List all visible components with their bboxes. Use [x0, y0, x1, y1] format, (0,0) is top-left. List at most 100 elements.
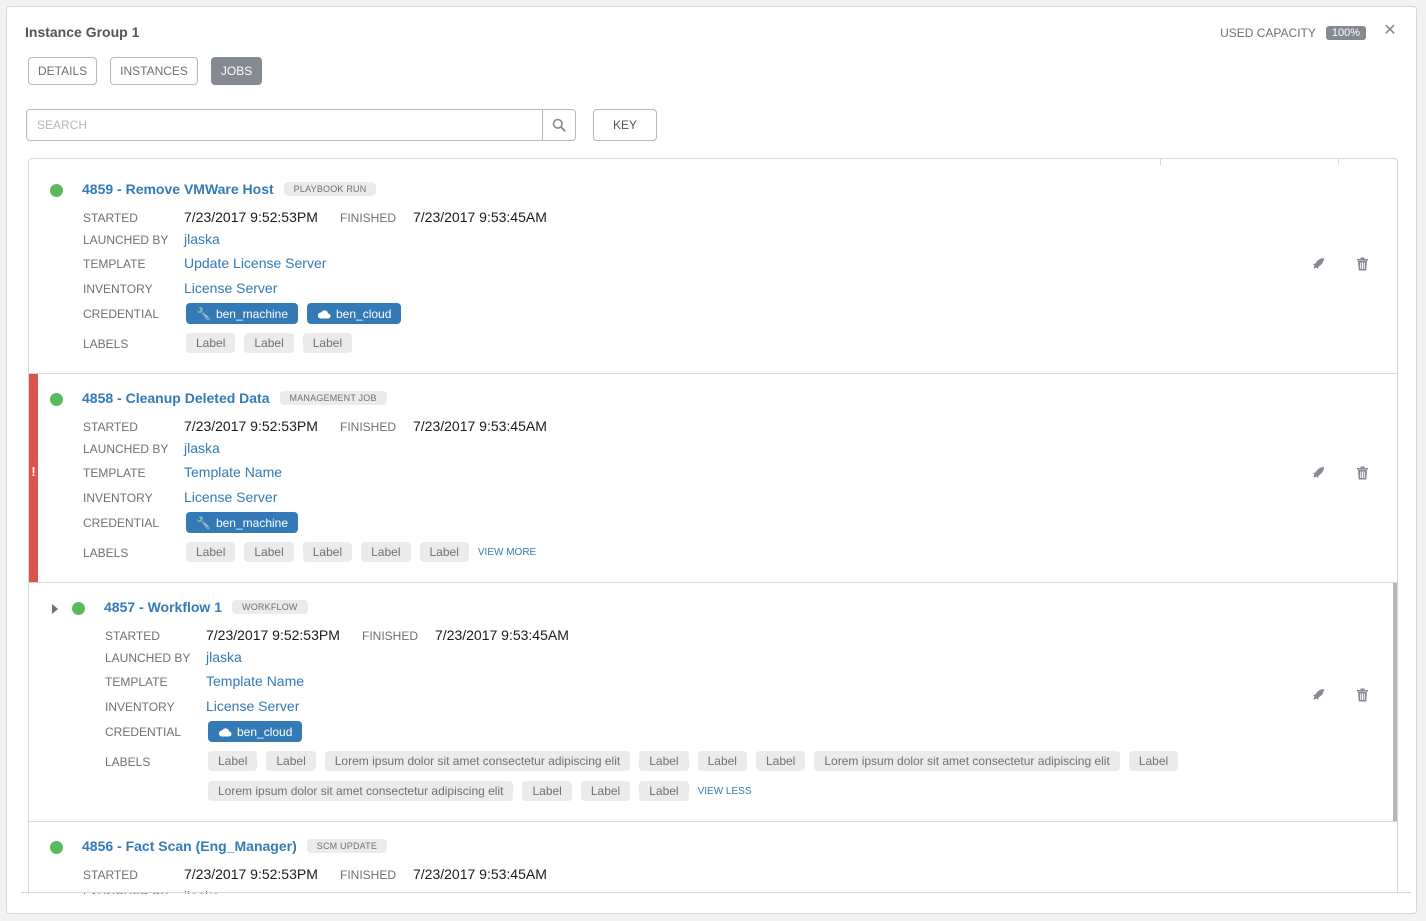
credential-badge[interactable]: 🔧 ben_machine [186, 303, 299, 324]
labels-label: LABELS [83, 337, 129, 351]
credential-label: CREDENTIAL [83, 516, 160, 530]
search-input[interactable] [27, 110, 542, 140]
close-icon[interactable]: ✕ [1382, 23, 1398, 39]
template-label: TEMPLATE [83, 466, 146, 480]
job-name-link[interactable]: 4857 - Workflow 1 [104, 599, 222, 615]
started-label: STARTED [83, 211, 138, 225]
finished-value: 7/23/2017 9:53:45AM [413, 209, 547, 225]
template-label: TEMPLATE [105, 675, 168, 689]
launched-by-label: LAUNCHED BY [83, 233, 169, 247]
tab-bar: DETAILS INSTANCES JOBS [28, 57, 263, 85]
rocket-icon [1313, 258, 1324, 269]
labels-label: LABELS [83, 546, 129, 560]
trash-icon [1356, 466, 1368, 480]
label-chip: Lorem ipsum dolor sit amet consectetur a… [814, 751, 1120, 771]
inventory-link[interactable]: License Server [206, 698, 299, 714]
used-capacity-label: USED CAPACITY [1220, 26, 1316, 40]
status-success-icon [50, 841, 63, 854]
search-icon [552, 118, 566, 132]
launched-by-link[interactable]: jlaska [184, 440, 220, 456]
inventory-link[interactable]: License Server [184, 489, 277, 505]
template-label: TEMPLATE [83, 257, 146, 271]
label-chip: Lorem ipsum dolor sit amet consectetur a… [208, 781, 514, 801]
label-chip: Label [419, 542, 469, 562]
tab-instances[interactable]: INSTANCES [110, 57, 198, 85]
key-icon: 🔧 [196, 515, 211, 530]
search-bar [26, 109, 576, 141]
started-label: STARTED [83, 868, 138, 882]
cloud-icon [218, 727, 232, 736]
credential-label: CREDENTIAL [105, 725, 182, 739]
job-name-link[interactable]: 4856 - Fact Scan (Eng_Manager) [82, 838, 297, 854]
label-chip: Label [639, 751, 689, 771]
credential-name: ben_machine [215, 306, 289, 321]
label-chip: Label [302, 542, 353, 562]
relaunch-button[interactable] [1310, 256, 1326, 272]
job-name-link[interactable]: 4859 - Remove VMWare Host [82, 181, 274, 197]
label-chip: Label [186, 542, 236, 562]
started-value: 7/23/2017 9:52:53PM [184, 866, 318, 882]
labels-list: Label Label Label Label Label VIEW MORE [186, 542, 536, 562]
finished-value: 7/23/2017 9:53:45AM [435, 627, 569, 643]
view-less-link[interactable]: VIEW LESS [698, 786, 752, 797]
modal-title: Instance Group 1 [25, 24, 140, 40]
label-chip: Lorem ipsum dolor sit amet consectetur a… [324, 751, 631, 771]
started-label: STARTED [105, 629, 160, 643]
failed-flag-icon: ! [31, 464, 36, 479]
tab-jobs[interactable]: JOBS [210, 57, 263, 85]
rocket-icon [1313, 689, 1324, 700]
used-capacity: USED CAPACITY 100% [1220, 26, 1366, 40]
job-row: 4859 - Remove VMWare Host PLAYBOOK RUN S… [29, 159, 1397, 374]
delete-button[interactable] [1354, 687, 1370, 703]
expand-caret-icon[interactable] [52, 604, 58, 614]
label-chip: Label [244, 333, 294, 353]
started-label: STARTED [83, 420, 138, 434]
job-name-link[interactable]: 4858 - Cleanup Deleted Data [82, 390, 270, 406]
credential-name: ben_cloud [237, 724, 293, 739]
label-chip: Label [302, 333, 353, 353]
label-chip: Label [580, 781, 631, 801]
finished-label: FINISHED [340, 420, 397, 434]
delete-button[interactable] [1354, 465, 1370, 481]
job-row: 4856 - Fact Scan (Eng_Manager) SCM UPDAT… [29, 822, 1397, 894]
job-type-badge: WORKFLOW [232, 600, 308, 614]
credential-label: CREDENTIAL [83, 307, 160, 321]
key-button[interactable]: KEY [593, 109, 657, 141]
finished-value: 7/23/2017 9:53:45AM [413, 418, 547, 434]
search-button[interactable] [542, 110, 575, 140]
credential-badge[interactable]: ben_cloud [208, 721, 303, 742]
finished-value: 7/23/2017 9:53:45AM [413, 866, 547, 882]
status-success-icon [50, 393, 63, 406]
tab-details[interactable]: DETAILS [28, 57, 98, 85]
label-chip: Label [244, 542, 294, 562]
template-link[interactable]: Update License Server [184, 255, 326, 271]
started-value: 7/23/2017 9:52:53PM [184, 418, 318, 434]
trash-icon [1356, 688, 1368, 702]
label-chip: Label [1128, 751, 1179, 771]
finished-label: FINISHED [340, 868, 397, 882]
inventory-link[interactable]: License Server [184, 280, 277, 296]
label-chip: Label [639, 781, 689, 801]
relaunch-button[interactable] [1310, 465, 1326, 481]
credential-name: ben_cloud [336, 306, 392, 321]
launched-by-link[interactable]: jlaska [206, 649, 242, 665]
template-link[interactable]: Template Name [184, 464, 282, 480]
label-chip: Label [186, 333, 236, 353]
relaunch-button[interactable] [1310, 687, 1326, 703]
job-type-badge: MANAGEMENT JOB [279, 391, 387, 405]
started-value: 7/23/2017 9:52:53PM [206, 627, 340, 643]
delete-button[interactable] [1354, 256, 1370, 272]
finished-label: FINISHED [362, 629, 419, 643]
started-value: 7/23/2017 9:52:53PM [184, 209, 318, 225]
launched-by-link[interactable]: jlaska [184, 888, 220, 894]
credential-badge[interactable]: ben_cloud [307, 303, 402, 324]
finished-label: FINISHED [340, 211, 397, 225]
credential-badge[interactable]: 🔧 ben_machine [186, 512, 299, 533]
labels-list: Label Label Lorem ipsum dolor sit amet c… [208, 751, 1288, 801]
list-bottom-divider [21, 892, 1411, 893]
template-link[interactable]: Template Name [206, 673, 304, 689]
instance-group-modal: Instance Group 1 USED CAPACITY 100% ✕ DE… [6, 6, 1417, 914]
launched-by-link[interactable]: jlaska [184, 231, 220, 247]
view-more-link[interactable]: VIEW MORE [478, 547, 536, 558]
labels-list: Label Label Label [186, 333, 353, 353]
